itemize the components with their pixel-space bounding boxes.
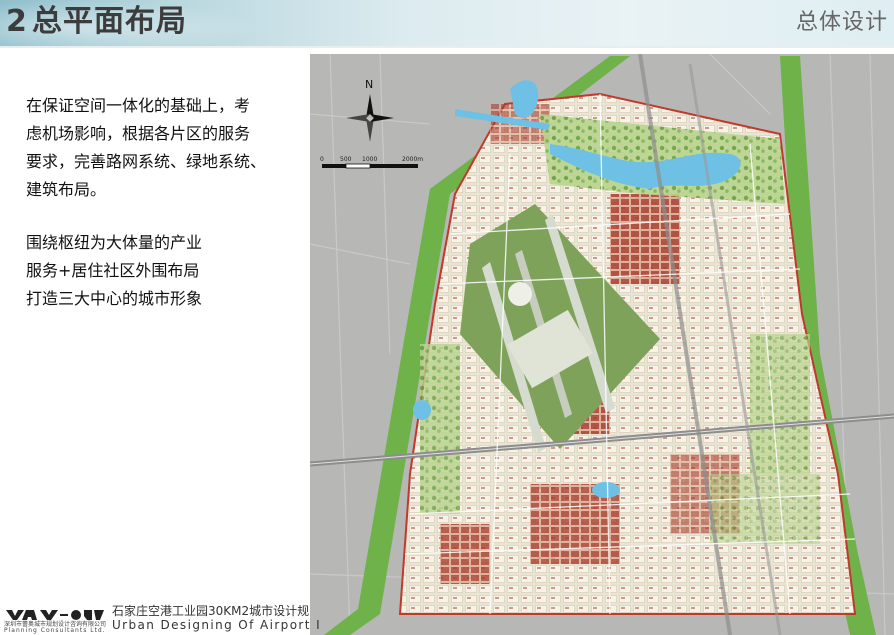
page-title: 总平面布局 [32,4,187,39]
text-line: 在保证空间一体化的基础上，考 [26,96,251,115]
scale-label: 2000m [402,156,423,163]
compass-north-label: N [365,78,373,91]
scale-label: 1000 [362,156,377,163]
header-divider [0,46,894,48]
text-line: 打造三大中心的城市形象 [26,289,203,308]
project-title-en: Urban Designing Of Airport I [112,618,322,632]
master-plan-map: N 0 500 1000 2000m [310,54,894,635]
text-line: 要求，完善路网系统、绿地系统、 [26,152,267,171]
text-line: 虑机场影响，根据各片区的服务 [26,124,251,143]
section-label: 总体设计 [795,10,888,35]
scale-label: 0 [320,156,324,163]
section-number: 2 [6,4,27,39]
description-paragraph-1: 在保证空间一体化的基础上，考 虑机场影响，根据各片区的服务 要求，完善路网系统、… [26,92,286,204]
slide-header: 2 总平面布局 总体设计 [0,0,894,46]
description-paragraph-2: 围绕枢纽为大体量的产业 服务+居住社区外围布局 打造三大中心的城市形象 [26,229,286,313]
master-plan-drawing: N 0 500 1000 2000m [310,54,894,635]
scale-label: 500 [340,156,352,163]
project-title: 石家庄空港工业园30KM2城市设计规 [112,604,310,618]
company-name-en: Planning Consultants Ltd. [4,627,106,634]
text-line: 建筑布局。 [26,180,107,199]
text-line: 服务+居住社区外围布局 [26,261,200,280]
text-line: 围绕枢纽为大体量的产业 [26,233,203,252]
